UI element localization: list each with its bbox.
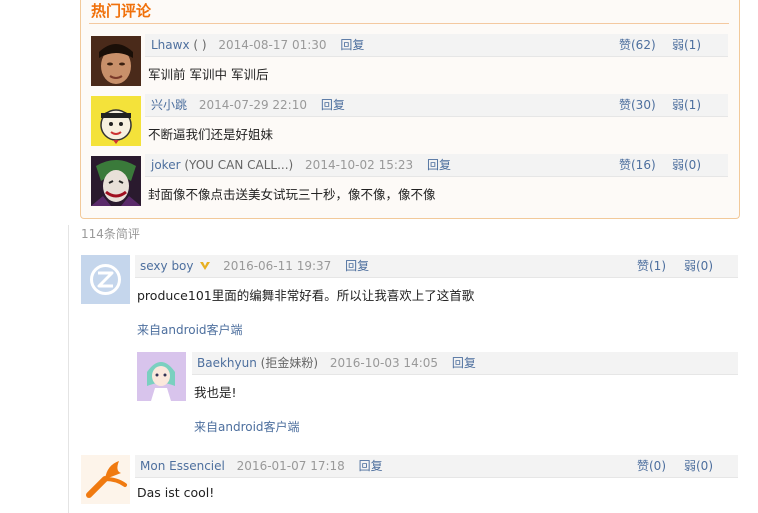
avatar[interactable] bbox=[91, 36, 141, 86]
reply-link[interactable]: 回复 bbox=[359, 459, 383, 473]
upvote-button[interactable]: 赞(62) bbox=[619, 34, 656, 56]
comment-text: 封面像不像点击送美女试玩三十秒，像不像，像不像 bbox=[148, 187, 436, 202]
comment-meta: Baekhyun (拒金妹粉) 2016-10-03 14:05 回复 bbox=[192, 352, 738, 375]
comment-username[interactable]: Baekhyun bbox=[197, 356, 257, 370]
comment-text: 军训前 军训中 军训后 bbox=[148, 67, 269, 82]
downvote-button[interactable]: 弱(1) bbox=[672, 94, 701, 116]
comment-meta: joker (YOU CAN CALL...) 2014-10-02 15:23… bbox=[145, 154, 728, 177]
comment-text: 我也是! bbox=[194, 385, 237, 400]
hot-comments-title: 热门评论 bbox=[91, 2, 152, 20]
upvote-button[interactable]: 赞(16) bbox=[619, 154, 656, 176]
comment-text: produce101里面的编舞非常好看。所以让我喜欢上了这首歌 bbox=[137, 288, 475, 303]
client-source-link[interactable]: 来自android客户端 bbox=[194, 418, 300, 435]
reply-link[interactable]: 回复 bbox=[427, 158, 451, 172]
downvote-button[interactable]: 弱(0) bbox=[684, 255, 713, 277]
comment-time: 2016-01-07 17:18 bbox=[236, 459, 345, 473]
reply-link[interactable]: 回复 bbox=[345, 259, 369, 273]
reply-link[interactable]: 回复 bbox=[452, 356, 476, 370]
comment-username[interactable]: 兴小跳 bbox=[151, 98, 187, 112]
upvote-button[interactable]: 赞(1) bbox=[637, 255, 666, 277]
avatar[interactable] bbox=[81, 455, 130, 504]
content-left-rule bbox=[68, 225, 69, 513]
avatar[interactable] bbox=[91, 156, 141, 206]
comment-meta: Lhawx ( ) 2014-08-17 01:30 回复 赞(62) 弱(1) bbox=[145, 34, 728, 57]
downvote-button[interactable]: 弱(1) bbox=[672, 34, 701, 56]
upvote-button[interactable]: 赞(0) bbox=[637, 455, 666, 477]
avatar[interactable] bbox=[81, 255, 130, 304]
comment-time: 2014-07-29 22:10 bbox=[198, 98, 307, 112]
comment-meta: sexy boy 2016-06-11 19:37 回复 赞(1) 弱(0) bbox=[135, 255, 738, 278]
comment-user-extra: (拒金妹粉) bbox=[260, 356, 319, 370]
comment-user-extra: (YOU CAN CALL...) bbox=[184, 158, 294, 172]
comment-username[interactable]: Mon Essenciel bbox=[140, 459, 225, 473]
comment-time: 2014-08-17 01:30 bbox=[218, 38, 327, 52]
vip-badge-icon bbox=[199, 256, 211, 270]
avatar[interactable] bbox=[137, 352, 186, 401]
downvote-button[interactable]: 弱(0) bbox=[672, 154, 701, 176]
client-source-link[interactable]: 来自android客户端 bbox=[137, 321, 243, 338]
comment-time: 2014-10-02 15:23 bbox=[305, 158, 414, 172]
comment-user-extra: ( ) bbox=[193, 38, 207, 52]
comment-count: 114条简评 bbox=[81, 227, 140, 241]
reply-link[interactable]: 回复 bbox=[340, 38, 364, 52]
avatar[interactable] bbox=[91, 96, 141, 146]
reply-link[interactable]: 回复 bbox=[321, 98, 345, 112]
comment-text: Das ist cool! bbox=[137, 485, 215, 500]
comment-meta: 兴小跳 2014-07-29 22:10 回复 赞(30) 弱(1) bbox=[145, 94, 728, 117]
hot-comments-panel: 热门评论 Lhawx ( ) 2014-08-17 01:30 回复 赞(62)… bbox=[80, 0, 740, 219]
comment-meta: Mon Essenciel 2016-01-07 17:18 回复 赞(0) 弱… bbox=[135, 455, 738, 478]
divider bbox=[89, 23, 729, 24]
comment-username[interactable]: sexy boy bbox=[140, 259, 194, 273]
comment-time: 2016-06-11 19:37 bbox=[223, 259, 332, 273]
comment-username[interactable]: Lhawx bbox=[151, 38, 190, 52]
comment-time: 2016-10-03 14:05 bbox=[329, 356, 439, 370]
downvote-button[interactable]: 弱(0) bbox=[684, 455, 713, 477]
upvote-button[interactable]: 赞(30) bbox=[619, 94, 656, 116]
comment-text: 不断逼我们还是好姐妹 bbox=[148, 127, 274, 142]
comment-username[interactable]: joker bbox=[151, 158, 181, 172]
